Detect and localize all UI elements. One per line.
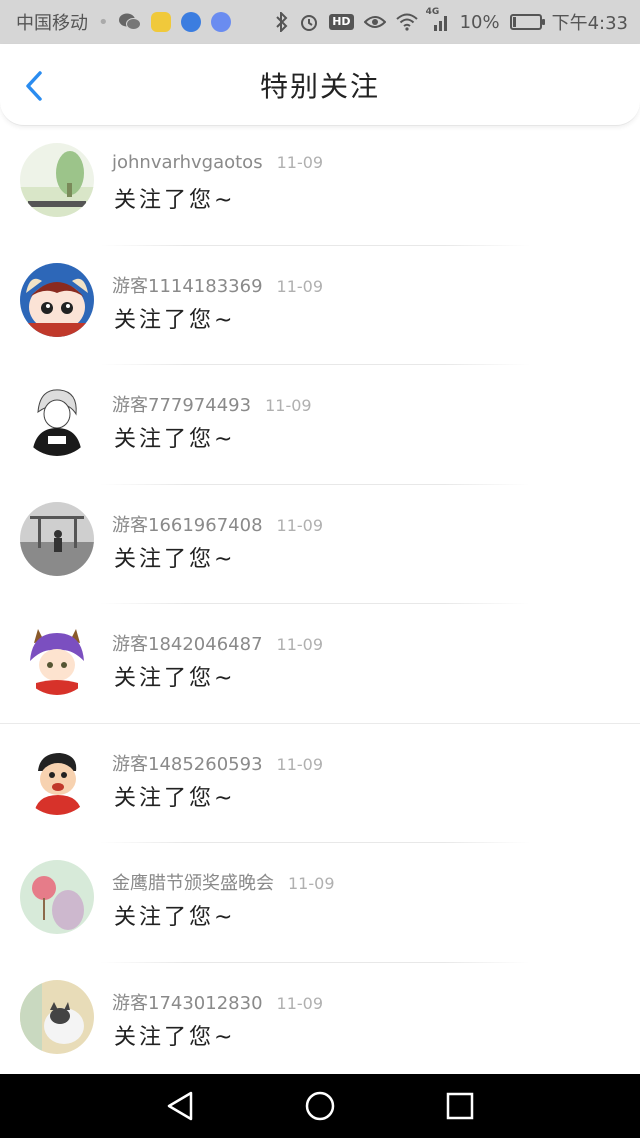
date: 11-09 [276,153,324,172]
name-line: 游客1485260593 11-09 [112,750,323,776]
avatar[interactable] [20,979,94,1054]
username[interactable]: 游客1485260593 [112,750,263,776]
name-line: 游客1842046487 11-09 [112,630,323,656]
name-line: johnvarhvgaotos 11-09 [112,152,323,173]
name-line: 游客777974493 11-09 [112,391,312,417]
status-bar-left: 中国移动 • [16,9,231,35]
wifi-icon [395,13,418,31]
signal-icon: 4G [426,7,450,31]
triangle-back-icon [167,1091,193,1121]
battery-percentage: 10% [459,11,500,33]
username[interactable]: 游客1661967408 [112,511,263,537]
list-item[interactable]: 金鹰腊节颁奖盛晚会 11-09 关注了您~ [0,843,640,963]
system-navigation-bar [0,1074,640,1138]
page-title: 特别关注 [259,69,380,103]
message-text: 关注了您~ [114,427,236,452]
status-bar-right: HD 4G 10% 下午4:33 [275,7,628,35]
message-text: 关注了您~ [114,666,236,691]
date: 11-09 [276,276,324,296]
message-text: 关注了您~ [114,1024,236,1050]
square-recents-icon [446,1092,474,1120]
clock-time: 下午4:33 [551,13,628,34]
carrier-label: 中国移动 [16,13,88,34]
bluetooth-icon [275,12,289,32]
list-item[interactable]: johnvarhvgaotos 11-09 关注了您~ [0,126,640,246]
date: 11-09 [276,993,324,1013]
username[interactable]: 金鹰腊节颁奖盛晚会 [112,869,274,895]
chevron-left-icon [26,71,42,101]
music-notification-icon [210,12,231,32]
avatar[interactable] [20,143,94,217]
username[interactable]: 游客1842046487 [112,630,263,656]
battery-level [512,17,516,27]
top-bar: 特别关注 [0,44,640,126]
avatar[interactable] [20,621,94,695]
alarm-icon [299,12,319,32]
avatar[interactable] [20,860,94,934]
avatar[interactable] [20,262,94,337]
avatar[interactable] [20,501,94,576]
back-button[interactable] [18,68,50,104]
nav-home-button[interactable] [290,1082,350,1130]
browser-notification-icon [180,12,201,32]
list-item[interactable]: 游客1743012830 11-09 关注了您~ [0,963,640,1083]
name-line: 金鹰腊节颁奖盛晚会 11-09 [112,869,335,895]
message-text: 关注了您~ [114,785,236,811]
circle-home-icon [305,1091,335,1121]
name-line: 游客1114183369 11-09 [112,272,323,298]
message-text: 关注了您~ [114,546,236,572]
list-item[interactable]: 游客1842046487 11-09 关注了您~ [0,604,640,724]
username[interactable]: johnvarhvgaotos [112,152,263,173]
username[interactable]: 游客777974493 [112,391,251,417]
nav-recents-button[interactable] [430,1082,490,1130]
dot-separator-icon: • [98,11,109,33]
network-type-label: 4G [425,7,440,17]
name-line: 游客1743012830 11-09 [112,989,323,1015]
list-item[interactable]: 游客777974493 11-09 关注了您~ [0,365,640,485]
message-text: 关注了您~ [114,307,236,333]
hd-icon: HD [329,14,354,30]
nav-back-button[interactable] [150,1082,210,1130]
date: 11-09 [276,515,324,535]
date: 11-09 [265,396,312,415]
username[interactable]: 游客1743012830 [112,989,263,1015]
avatar[interactable] [20,382,94,456]
message-text: 关注了您~ [114,188,236,213]
date: 11-09 [288,874,335,893]
list-item[interactable]: 游客1114183369 11-09 关注了您~ [0,246,640,365]
name-line: 游客1661967408 11-09 [112,511,323,537]
username[interactable]: 游客1114183369 [112,272,263,298]
eye-comfort-icon [363,14,386,30]
status-bar: 中国移动 • HD 4G 10% 下午4:33 [0,0,640,44]
battery-icon [509,14,545,30]
message-text: 关注了您~ [114,905,236,930]
app-notification-icon [150,12,171,32]
list-item[interactable]: 游客1485260593 11-09 关注了您~ [0,724,640,843]
date: 11-09 [276,635,324,654]
follow-notification-list: johnvarhvgaotos 11-09 关注了您~ 游客1114183369… [0,126,640,1082]
avatar[interactable] [20,740,94,815]
wechat-icon [118,12,141,32]
date: 11-09 [276,754,324,774]
list-item[interactable]: 游客1661967408 11-09 关注了您~ [0,485,640,604]
